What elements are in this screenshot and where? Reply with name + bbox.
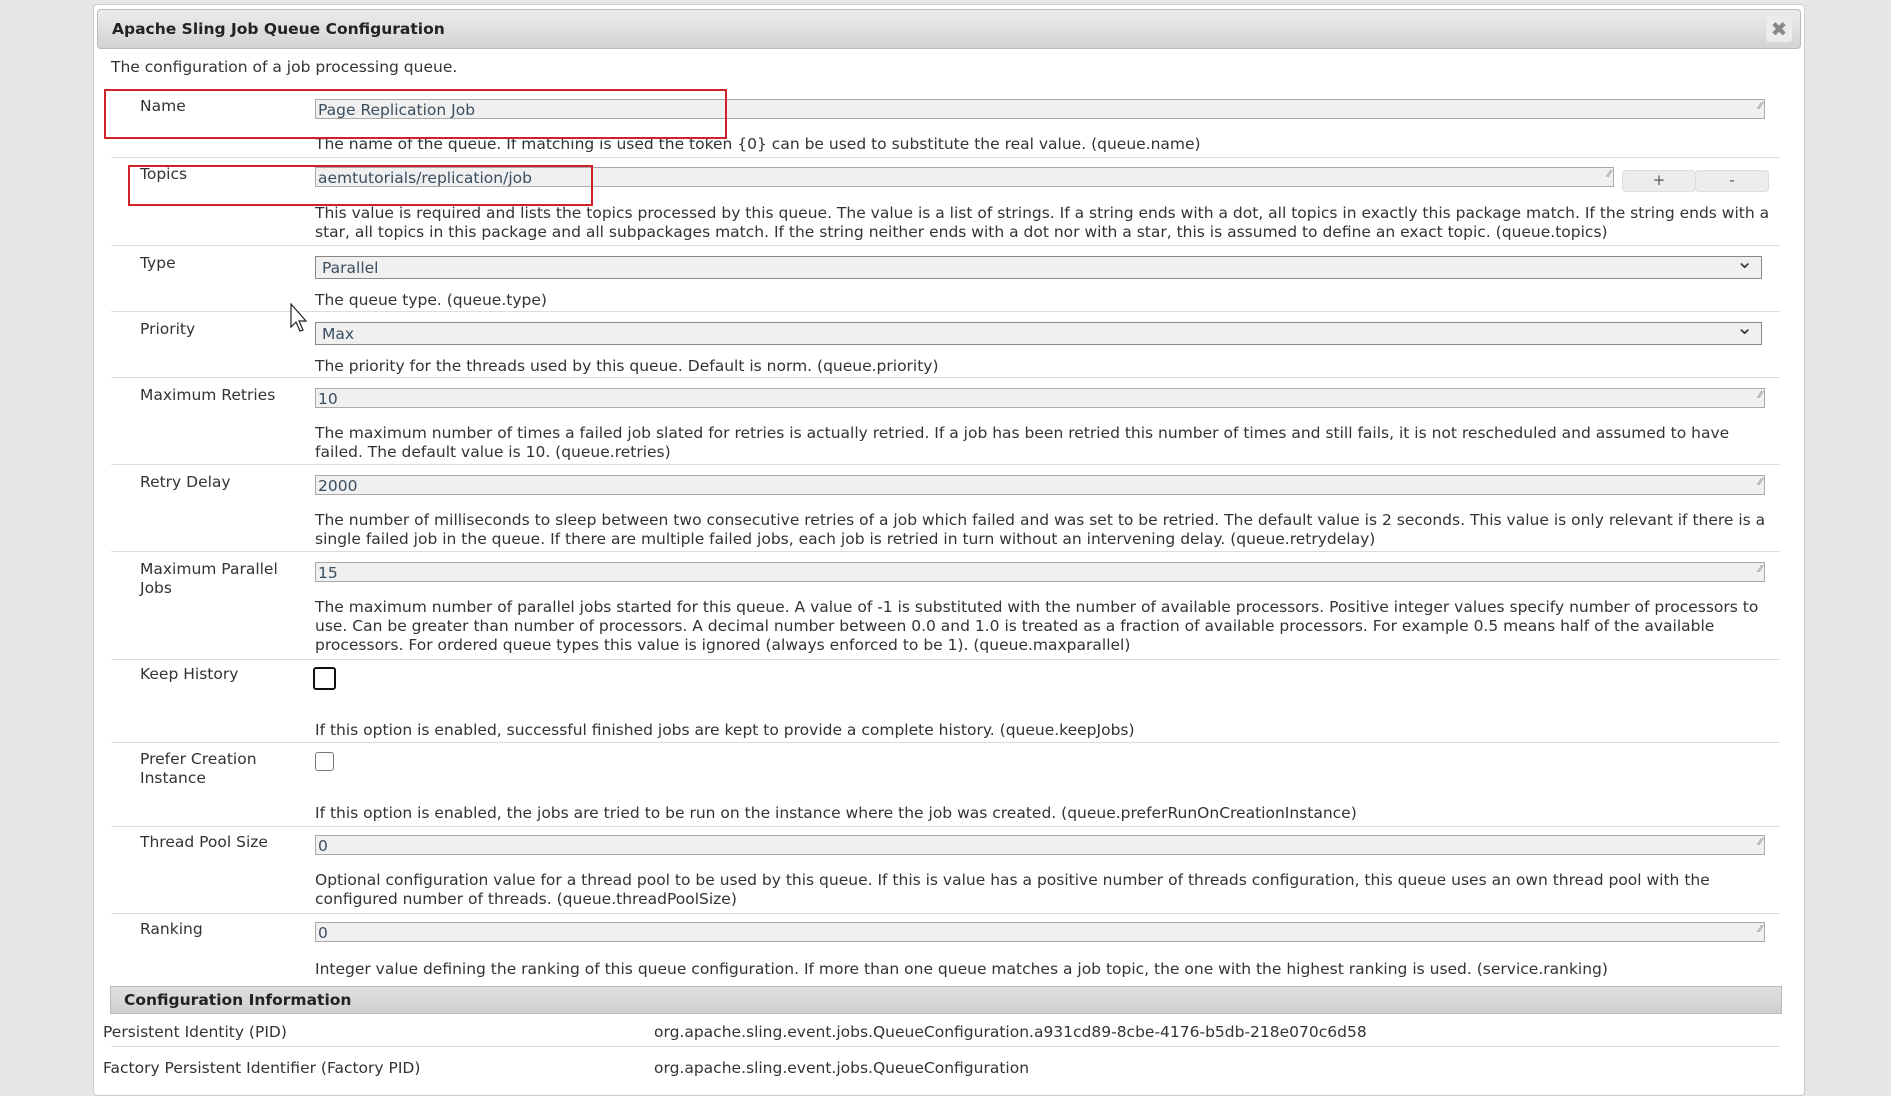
- mouse-cursor-icon: [290, 303, 308, 332]
- factory-pid-label: Factory Persistent Identifier (Factory P…: [103, 1059, 421, 1077]
- type-select[interactable]: Parallel ⌄: [315, 250, 1762, 279]
- dialog-description: The configuration of a job processing qu…: [111, 58, 458, 76]
- topics-highlight-box: [128, 165, 593, 206]
- thread-pool-size-input[interactable]: 0 ⁄⁄: [315, 835, 1765, 855]
- dialog-titlebar: Apache Sling Job Queue Configuration ✖: [97, 9, 1801, 49]
- keep-history-checkbox[interactable]: [313, 667, 336, 690]
- maximum-parallel-jobs-value: 15: [318, 564, 338, 582]
- name-highlight-box: [104, 89, 727, 139]
- ranking-label: Ranking: [140, 920, 203, 938]
- priority-label: Priority: [140, 320, 196, 338]
- keep-history-help: If this option is enabled, successful fi…: [315, 721, 1135, 739]
- resize-handle-icon[interactable]: ⁄⁄: [1759, 920, 1762, 940]
- topics-help: This value is required and lists the top…: [315, 204, 1770, 241]
- maximum-parallel-jobs-label: Maximum Parallel Jobs: [140, 560, 278, 597]
- chevron-down-icon: ⌄: [1736, 249, 1753, 273]
- type-help: The queue type. (queue.type): [315, 291, 547, 309]
- thread-pool-size-help: Optional configuration value for a threa…: [315, 871, 1710, 908]
- priority-help: The priority for the threads used by thi…: [315, 357, 939, 375]
- retry-delay-value: 2000: [318, 477, 358, 495]
- row-divider: [111, 464, 1780, 465]
- config-info-header: Configuration Information: [110, 986, 1782, 1014]
- priority-value: Max: [322, 325, 355, 343]
- row-divider: [111, 551, 1780, 552]
- keep-history-label: Keep History: [140, 665, 239, 683]
- maximum-parallel-jobs-input[interactable]: 15 ⁄⁄: [315, 562, 1765, 582]
- resize-handle-icon[interactable]: ⁄⁄: [1608, 165, 1611, 185]
- maximum-retries-value: 10: [318, 390, 338, 408]
- prefer-creation-instance-help: If this option is enabled, the jobs are …: [315, 804, 1357, 822]
- row-divider: [111, 826, 1780, 827]
- ranking-help: Integer value defining the ranking of th…: [315, 960, 1608, 978]
- type-value: Parallel: [322, 259, 379, 277]
- remove-topic-button[interactable]: -: [1695, 170, 1769, 192]
- row-divider: [111, 377, 1780, 378]
- config-info-title: Configuration Information: [124, 991, 352, 1009]
- pid-label: Persistent Identity (PID): [103, 1023, 287, 1041]
- dialog-title: Apache Sling Job Queue Configuration: [112, 20, 445, 38]
- retry-delay-help: The number of milliseconds to sleep betw…: [315, 511, 1766, 548]
- type-label: Type: [140, 254, 176, 272]
- ranking-input[interactable]: 0 ⁄⁄: [315, 922, 1765, 942]
- resize-handle-icon[interactable]: ⁄⁄: [1759, 473, 1762, 493]
- resize-handle-icon[interactable]: ⁄⁄: [1759, 97, 1762, 117]
- maximum-retries-input[interactable]: 10 ⁄⁄: [315, 388, 1765, 408]
- factory-pid-value: org.apache.sling.event.jobs.QueueConfigu…: [654, 1059, 1030, 1077]
- close-icon[interactable]: ✖: [1766, 16, 1792, 42]
- configuration-dialog: Apache Sling Job Queue Configuration ✖ T…: [93, 4, 1805, 1096]
- priority-select[interactable]: Max ⌄: [315, 316, 1762, 345]
- row-divider: [111, 659, 1780, 660]
- row-divider: [111, 742, 1780, 743]
- add-topic-button[interactable]: +: [1622, 170, 1696, 192]
- thread-pool-size-label: Thread Pool Size: [140, 833, 268, 851]
- retry-delay-label: Retry Delay: [140, 473, 231, 491]
- retry-delay-input[interactable]: 2000 ⁄⁄: [315, 475, 1765, 495]
- resize-handle-icon[interactable]: ⁄⁄: [1759, 386, 1762, 406]
- row-divider: [111, 311, 1780, 312]
- chevron-down-icon: ⌄: [1736, 315, 1753, 339]
- pid-value: org.apache.sling.event.jobs.QueueConfigu…: [654, 1023, 1367, 1041]
- resize-handle-icon[interactable]: ⁄⁄: [1759, 833, 1762, 853]
- row-divider: [111, 157, 1780, 158]
- thread-pool-size-value: 0: [318, 837, 328, 855]
- row-divider: [111, 245, 1780, 246]
- maximum-parallel-jobs-help: The maximum number of parallel jobs star…: [315, 598, 1759, 654]
- maximum-retries-label: Maximum Retries: [140, 386, 276, 404]
- ranking-value: 0: [318, 924, 328, 942]
- row-divider: [111, 913, 1780, 914]
- resize-handle-icon[interactable]: ⁄⁄: [1759, 560, 1762, 580]
- prefer-creation-instance-label: Prefer Creation Instance: [140, 750, 257, 787]
- maximum-retries-help: The maximum number of times a failed job…: [315, 424, 1730, 461]
- prefer-creation-instance-checkbox[interactable]: [315, 752, 334, 771]
